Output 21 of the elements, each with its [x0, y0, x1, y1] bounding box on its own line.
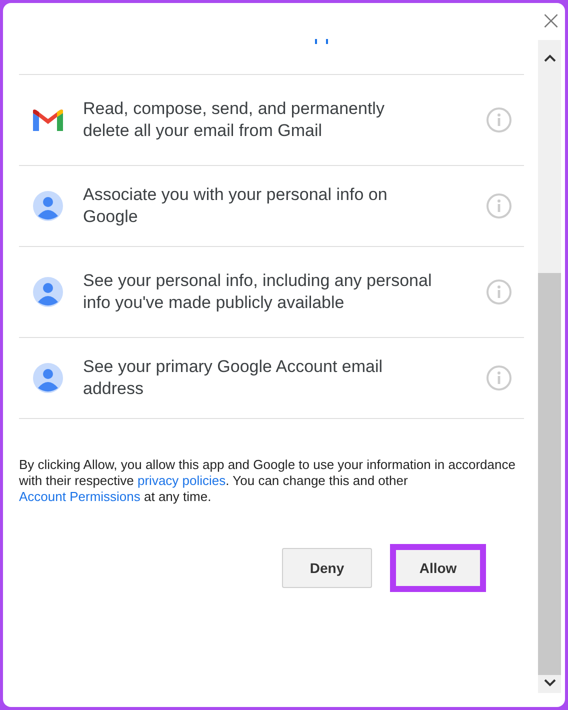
scrollbar-thumb[interactable]: [538, 273, 561, 675]
info-icon[interactable]: [486, 365, 512, 391]
cut-off-text-fragment: [315, 39, 328, 44]
permission-text: See your primary Google Account email address: [83, 356, 384, 400]
dialog-button[interactable]: Allow: [390, 544, 486, 592]
close-button[interactable]: ×: [537, 3, 565, 40]
info-icon[interactable]: [486, 193, 512, 219]
user-avatar-icon: [33, 277, 63, 307]
permission-text: See your personal info, including any personal info you've made publicly available: [83, 270, 433, 314]
info-icon[interactable]: [486, 107, 512, 133]
gmail-envelope-icon: [33, 109, 63, 131]
permission-text: Associate you with your personal info on Google: [83, 184, 388, 228]
scrollbar[interactable]: [538, 40, 561, 693]
link[interactable]: privacy policies: [138, 473, 226, 488]
link[interactable]: Account Permissions: [19, 489, 140, 504]
user-avatar-icon: [33, 191, 63, 221]
permission-text: Read, compose, send, and permanently delete all your email from Gmail: [83, 98, 386, 142]
user-avatar-icon: [33, 363, 63, 393]
info-icon[interactable]: [486, 279, 512, 305]
dialog-button[interactable]: Deny: [282, 548, 372, 588]
consent-text: By clicking Allow, you allow this app and Google to use your information in accordance with their respective privacy policies. You can change this and other Account Permissions at any time.: [19, 457, 516, 505]
